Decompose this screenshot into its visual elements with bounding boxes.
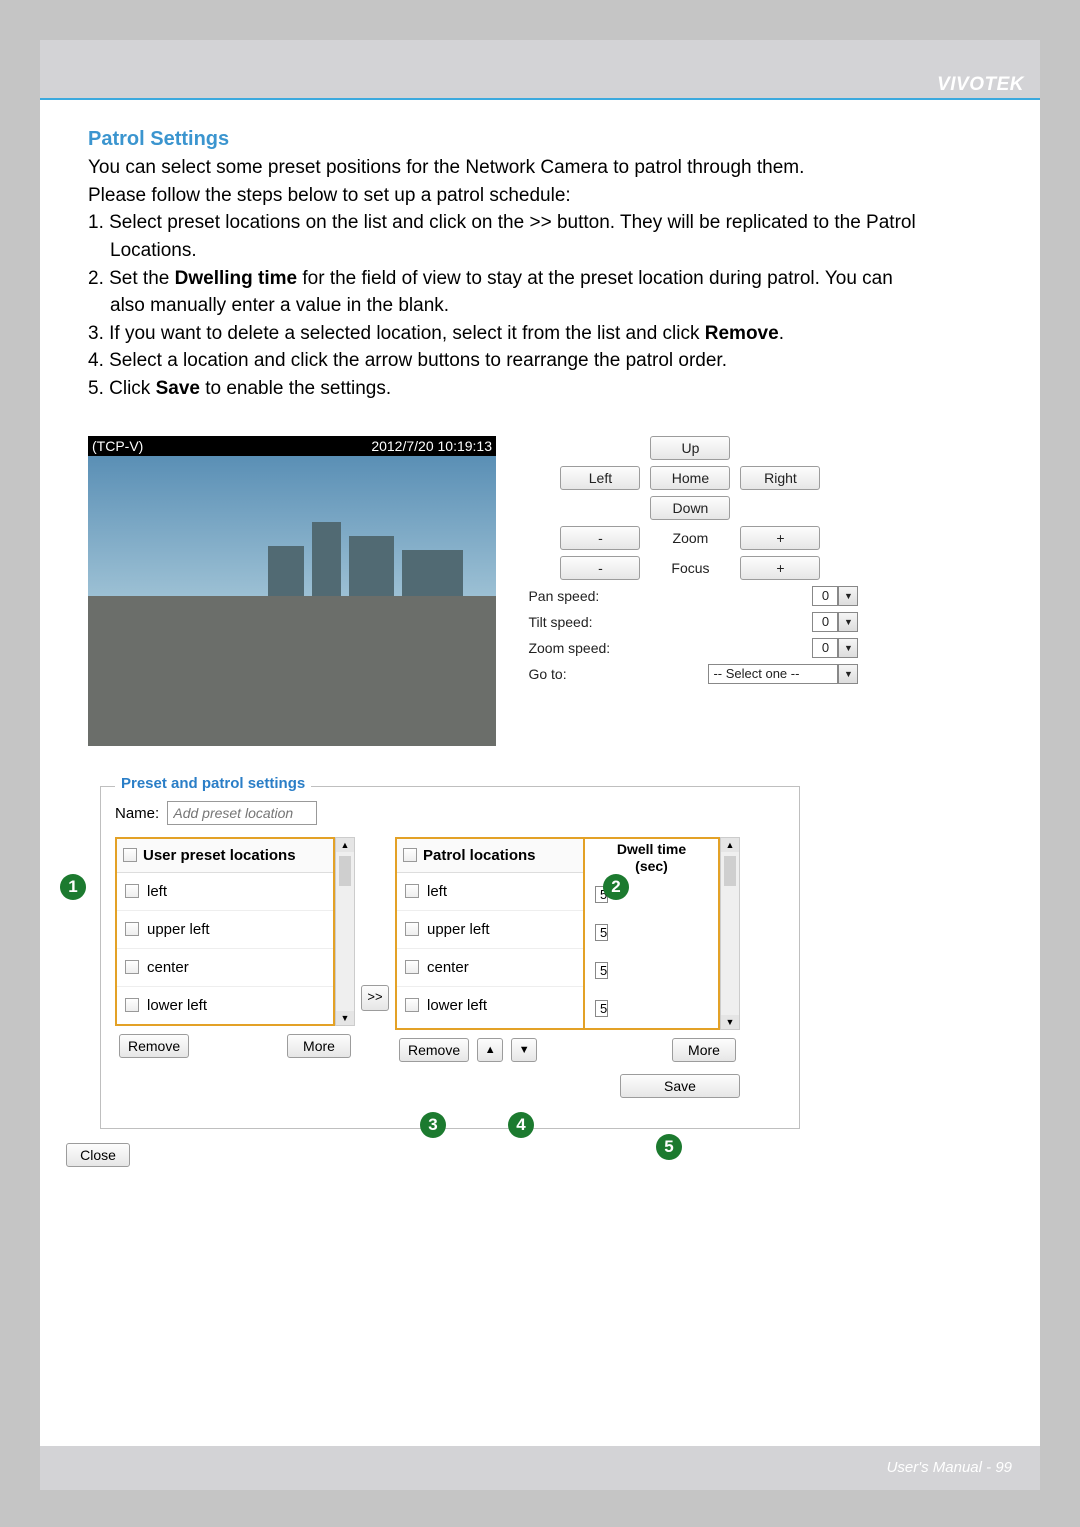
patrol-header-checkbox[interactable] (403, 848, 417, 862)
more-preset-button[interactable]: More (287, 1034, 351, 1058)
page-footer: User's Manual - 99 (887, 1459, 1012, 1476)
callout-5: 5 (656, 1134, 682, 1160)
scroll-down-icon[interactable]: ▼ (336, 1011, 354, 1025)
focus-plus-button[interactable]: + (740, 556, 820, 580)
checkbox[interactable] (405, 922, 419, 936)
dwell-input[interactable]: 5 (595, 924, 608, 941)
checkbox[interactable] (125, 998, 139, 1012)
zoom-label: Zoom (650, 526, 730, 550)
dwell-time-list: Dwell time (sec) 5 5 5 5 (585, 837, 720, 1031)
list-item[interactable]: upper left (397, 911, 583, 949)
checkbox[interactable] (405, 884, 419, 898)
patrol-locations-list: Patrol locations left upper left center … (395, 837, 585, 1031)
name-input[interactable] (167, 801, 317, 825)
callout-2: 2 (603, 874, 629, 900)
move-right-button[interactable]: >> (361, 985, 389, 1011)
user-preset-list: User preset locations left upper left ce… (115, 837, 335, 1026)
left-button[interactable]: Left (560, 466, 640, 490)
checkbox[interactable] (405, 998, 419, 1012)
move-up-button[interactable]: ▲ (477, 1038, 503, 1062)
checkbox[interactable] (405, 960, 419, 974)
list-item[interactable]: center (397, 949, 583, 987)
dwell-header-2: (sec) (585, 858, 718, 875)
up-button[interactable]: Up (650, 436, 730, 460)
list-item[interactable]: lower left (117, 987, 333, 1024)
goto-select[interactable]: -- Select one -- (708, 664, 838, 684)
scroll-down-icon[interactable]: ▼ (721, 1015, 739, 1029)
patrol-header: Patrol locations (423, 847, 536, 864)
intro-line-2: Please follow the steps below to set up … (88, 183, 992, 209)
user-preset-scrollbar[interactable]: ▲ ▼ (335, 837, 355, 1026)
zoom-speed-dropdown[interactable]: ▼ (838, 638, 858, 658)
brand-label: VIVOTEK (937, 74, 1024, 96)
dwell-input[interactable]: 5 (595, 962, 608, 979)
callout-4: 4 (508, 1112, 534, 1138)
user-preset-header: User preset locations (143, 847, 296, 864)
down-button[interactable]: Down (650, 496, 730, 520)
checkbox[interactable] (125, 960, 139, 974)
step-4: 4. Select a location and click the arrow… (88, 348, 992, 374)
list-item[interactable]: center (117, 949, 333, 987)
callout-1: 1 (60, 874, 86, 900)
tilt-speed-label: Tilt speed: (528, 614, 592, 630)
pan-speed-value[interactable]: 0 (812, 586, 838, 606)
zoom-speed-label: Zoom speed: (528, 640, 610, 656)
dwell-header-1: Dwell time (585, 841, 718, 858)
more-patrol-button[interactable]: More (672, 1038, 736, 1062)
intro-line-1: You can select some preset positions for… (88, 155, 992, 181)
list-item[interactable]: left (117, 873, 333, 911)
zoom-plus-button[interactable]: + (740, 526, 820, 550)
pan-speed-label: Pan speed: (528, 588, 599, 604)
zoom-minus-button[interactable]: - (560, 526, 640, 550)
goto-label: Go to: (528, 666, 566, 682)
tilt-speed-dropdown[interactable]: ▼ (838, 612, 858, 632)
camera-preview: (TCP-V) 2012/7/20 10:19:13 (88, 436, 496, 746)
home-button[interactable]: Home (650, 466, 730, 490)
list-item[interactable]: upper left (117, 911, 333, 949)
patrol-scrollbar[interactable]: ▲ ▼ (720, 837, 740, 1031)
focus-label: Focus (650, 556, 730, 580)
step-2-cont: also manually enter a value in the blank… (88, 293, 992, 319)
checkbox[interactable] (125, 884, 139, 898)
settings-legend: Preset and patrol settings (115, 775, 311, 792)
tilt-speed-value[interactable]: 0 (812, 612, 838, 632)
step-1: 1. Select preset locations on the list a… (88, 210, 992, 236)
user-preset-header-checkbox[interactable] (123, 848, 137, 862)
section-title: Patrol Settings (88, 128, 992, 151)
preset-patrol-settings: Preset and patrol settings Name: (100, 786, 800, 1130)
right-button[interactable]: Right (740, 466, 820, 490)
goto-dropdown[interactable]: ▼ (838, 664, 858, 684)
checkbox[interactable] (125, 922, 139, 936)
dwell-input[interactable]: 5 (595, 1000, 608, 1017)
step-3: 3. If you want to delete a selected loca… (88, 321, 992, 347)
pan-speed-dropdown[interactable]: ▼ (838, 586, 858, 606)
callout-3: 3 (420, 1112, 446, 1138)
ptz-controls: Up Left Home Right Down - Zoom + - Focus… (520, 436, 860, 686)
close-button[interactable]: Close (66, 1143, 130, 1167)
step-1-cont: Locations. (88, 238, 992, 264)
video-timestamp: 2012/7/20 10:19:13 (371, 438, 492, 454)
move-down-button[interactable]: ▼ (511, 1038, 537, 1062)
step-5: 5. Click Save to enable the settings. (88, 376, 992, 402)
remove-preset-button[interactable]: Remove (119, 1034, 189, 1058)
zoom-speed-value[interactable]: 0 (812, 638, 838, 658)
video-title: (TCP-V) (92, 438, 143, 454)
scroll-up-icon[interactable]: ▲ (721, 838, 739, 852)
scroll-up-icon[interactable]: ▲ (336, 838, 354, 852)
video-scene (88, 456, 496, 746)
list-item[interactable]: lower left (397, 987, 583, 1024)
list-item[interactable]: left (397, 873, 583, 911)
focus-minus-button[interactable]: - (560, 556, 640, 580)
step-2: 2. Set the Dwelling time for the field o… (88, 266, 992, 292)
remove-patrol-button[interactable]: Remove (399, 1038, 469, 1062)
name-label: Name: (115, 805, 159, 822)
save-button[interactable]: Save (620, 1074, 740, 1098)
